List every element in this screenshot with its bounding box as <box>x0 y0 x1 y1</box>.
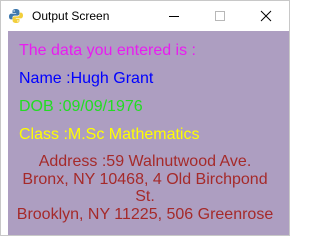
dob-label: DOB :09/09/1976 <box>19 98 143 115</box>
address-line: Bronx, NY 10468, 4 Old Birchpond <box>22 170 268 188</box>
minimize-button[interactable] <box>151 1 197 31</box>
address-line: Address :59 Walnutwood Ave. <box>38 153 252 170</box>
close-icon <box>260 10 272 22</box>
output-panel: The data you entered is : Name :Hugh Gra… <box>8 31 289 235</box>
address-line: Brooklyn, NY 11225, 506 Greenrose <box>16 205 274 223</box>
address-line: St. <box>135 188 155 205</box>
title-bar[interactable]: Output Screen <box>1 1 289 31</box>
window-title: Output Screen <box>32 9 110 23</box>
heading-label: The data you entered is : <box>19 42 196 59</box>
maximize-button[interactable] <box>197 1 243 31</box>
name-label: Name :Hugh Grant <box>19 70 154 87</box>
class-label: Class :M.Sc Mathematics <box>19 126 200 143</box>
maximize-icon <box>215 11 225 21</box>
output-window: Output Screen The data you entered is : … <box>0 0 290 236</box>
python-icon <box>8 8 24 24</box>
close-button[interactable] <box>243 1 289 31</box>
address-label: Address :59 Walnutwood Ave. Bronx, NY 10… <box>8 153 282 223</box>
minimize-icon <box>169 16 179 17</box>
